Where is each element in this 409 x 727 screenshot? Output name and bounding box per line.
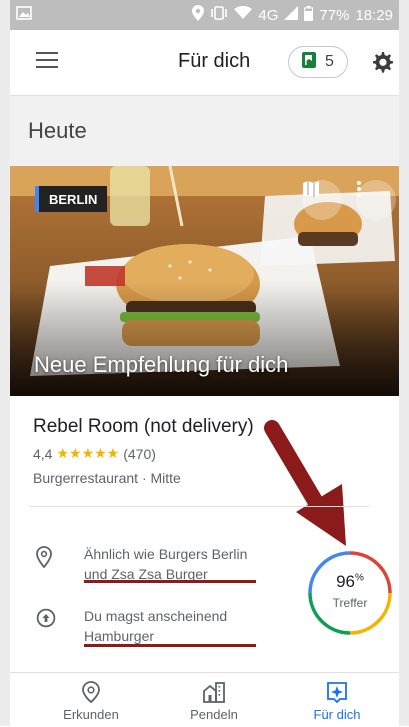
nav-for-you[interactable]: Für dich bbox=[292, 681, 382, 722]
section-header: Heute bbox=[10, 96, 399, 166]
battery-level: 77% bbox=[319, 6, 350, 24]
vibrate-icon bbox=[210, 6, 228, 24]
nav-label: Pendeln bbox=[190, 707, 238, 722]
more-options-button[interactable] bbox=[356, 180, 396, 220]
top-app-bar: Für dich 5 bbox=[10, 30, 399, 96]
rating-value: 4,4 bbox=[33, 445, 53, 462]
hero-title: Neue Empfehlung für dich bbox=[34, 352, 289, 377]
review-count: (470) bbox=[123, 445, 156, 462]
screen-border-left bbox=[0, 0, 10, 726]
match-score: 96% Treffer bbox=[307, 550, 393, 636]
bookmark-flag-icon bbox=[302, 51, 317, 73]
place-category: Burgerrestaurant · Mitte bbox=[33, 470, 181, 486]
city-chip: BERLIN bbox=[35, 186, 108, 212]
battery-icon bbox=[304, 5, 314, 25]
hamburger-menu-icon[interactable] bbox=[36, 52, 58, 70]
divider bbox=[30, 506, 369, 507]
nav-label: Erkunden bbox=[63, 707, 119, 722]
reason-text: Ähnlich wie Burgers Berlin und Zsa Zsa B… bbox=[84, 546, 248, 582]
app-screen: 4G 77% 18:29 Für dich 5 Heute BERLIN Neu… bbox=[0, 0, 409, 727]
location-pin-icon bbox=[36, 546, 56, 570]
section-title: Heute bbox=[28, 118, 87, 143]
map-view-button[interactable] bbox=[302, 180, 342, 220]
explore-pin-icon bbox=[80, 681, 102, 704]
reason-similar: Ähnlich wie Burgers Berlin und Zsa Zsa B… bbox=[10, 544, 280, 594]
status-bar: 4G 77% 18:29 bbox=[10, 0, 399, 30]
place-name: Rebel Room (not delivery) bbox=[33, 416, 254, 437]
bottom-navigation: Erkunden Pendeln Für dich bbox=[10, 672, 399, 727]
thumbs-up-circle-icon bbox=[36, 608, 56, 632]
gear-icon[interactable] bbox=[370, 50, 394, 74]
saved-places-button[interactable]: 5 bbox=[288, 46, 348, 78]
network-type: 4G bbox=[258, 6, 279, 24]
signal-icon bbox=[284, 6, 299, 24]
gallery-icon bbox=[16, 6, 36, 24]
match-percent-sign: % bbox=[355, 572, 364, 584]
nav-explore[interactable]: Erkunden bbox=[46, 681, 136, 722]
nav-commute[interactable]: Pendeln bbox=[169, 681, 259, 722]
saved-count: 5 bbox=[325, 53, 334, 70]
annotation-underline bbox=[84, 644, 256, 647]
match-label: Treffer bbox=[332, 596, 368, 610]
reason-preference: Du magst anscheinend Hamburger bbox=[10, 606, 280, 656]
recommendation-hero-image[interactable]: BERLIN Neue Empfehlung für dich bbox=[10, 166, 399, 396]
annotation-underline bbox=[84, 580, 256, 583]
match-ring bbox=[308, 551, 392, 635]
annotation-arrow bbox=[264, 420, 346, 546]
star-rating: ★★★★★ bbox=[56, 445, 120, 461]
match-percent: 96% bbox=[307, 572, 393, 592]
wifi-icon bbox=[234, 6, 253, 24]
commute-buildings-icon bbox=[203, 681, 225, 703]
screen-border-right bbox=[399, 0, 409, 726]
page-title: Für dich bbox=[178, 50, 251, 72]
clock: 18:29 bbox=[355, 6, 393, 24]
location-status-icon bbox=[192, 5, 205, 25]
match-percent-value: 96 bbox=[336, 572, 355, 591]
reason-text: Du magst anscheinend Hamburger bbox=[84, 608, 228, 644]
nav-label: Für dich bbox=[313, 707, 361, 722]
rating-row: 4,4 ★★★★★ (470) bbox=[33, 445, 156, 462]
for-you-sparkle-icon bbox=[326, 681, 348, 704]
